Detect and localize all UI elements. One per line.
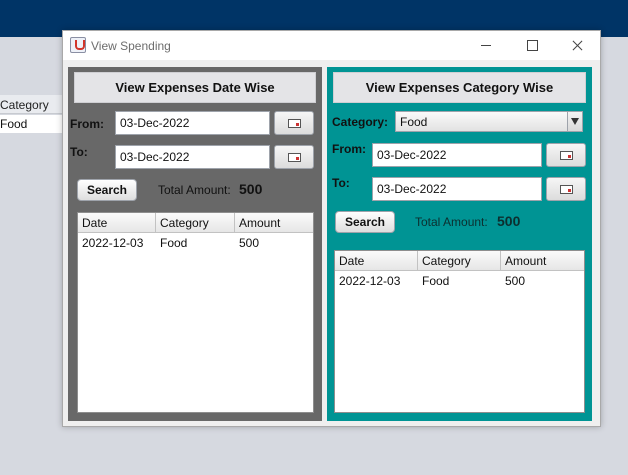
minimize-button[interactable] [463,31,509,60]
from-calendar-button[interactable] [546,143,586,167]
cell-category: Food [422,274,450,288]
calendar-icon [560,151,573,160]
from-calendar-button[interactable] [274,111,314,135]
cell-amount: 500 [239,236,260,250]
cell-amount: 500 [505,274,526,288]
total-amount-label: Total Amount: [415,215,488,229]
to-label: To: [70,145,88,159]
calendar-icon [288,119,301,128]
to-calendar-button[interactable] [546,177,586,201]
view-spending-window: View Spending View Expenses Date Wise Fr… [62,30,601,427]
expenses-table: Date Category Amount 2022-12-03 Food 500 [334,250,585,413]
to-label: To: [332,176,350,190]
cell-date: 2022-12-03 [339,274,401,288]
table-header: Date Category Amount [78,213,313,233]
table-row[interactable]: 2022-12-03 Food 500 [335,272,584,290]
maximize-button[interactable] [509,31,555,60]
to-date-field[interactable]: 03-Dec-2022 [372,177,542,201]
date-wise-title: View Expenses Date Wise [74,72,316,103]
chevron-down-icon[interactable] [567,112,582,131]
total-amount-value: 500 [497,213,521,229]
column-header-amount[interactable]: Amount [501,251,584,271]
search-button[interactable]: Search [335,211,395,233]
cell-category: Food [160,236,188,250]
column-header-date[interactable]: Date [78,213,156,233]
category-label: Category: [332,115,389,129]
background-table-header: Category [0,95,62,114]
window-titlebar[interactable]: View Spending [63,31,600,60]
column-header-category[interactable]: Category [418,251,501,271]
calendar-icon [560,185,573,194]
table-row[interactable]: 2022-12-03 Food 500 [78,234,313,252]
date-wise-panel: View Expenses Date Wise From: 03-Dec-202… [68,67,322,421]
expenses-table: Date Category Amount 2022-12-03 Food 500 [77,212,314,413]
category-wise-title: View Expenses Category Wise [333,72,586,103]
from-label: From: [332,142,366,156]
column-header-date[interactable]: Date [335,251,418,271]
background-table-cell[interactable]: Food [0,115,62,133]
from-date-field[interactable]: 03-Dec-2022 [115,111,270,135]
total-amount-value: 500 [239,181,263,197]
table-header: Date Category Amount [335,251,584,271]
column-header-amount[interactable]: Amount [235,213,313,233]
column-header-category[interactable]: Category [156,213,235,233]
to-date-field[interactable]: 03-Dec-2022 [115,145,270,169]
total-amount-label: Total Amount: [158,183,231,197]
window-title: View Spending [91,39,171,53]
to-calendar-button[interactable] [274,145,314,169]
java-icon [70,37,86,53]
from-label: From: [70,117,104,131]
category-dropdown-value: Food [400,115,428,129]
calendar-icon [288,153,301,162]
cell-date: 2022-12-03 [82,236,144,250]
close-button[interactable] [554,31,600,60]
category-dropdown[interactable]: Food [395,111,583,132]
category-wise-panel: View Expenses Category Wise Category: Fo… [327,67,592,421]
search-button[interactable]: Search [77,179,137,201]
from-date-field[interactable]: 03-Dec-2022 [372,143,542,167]
